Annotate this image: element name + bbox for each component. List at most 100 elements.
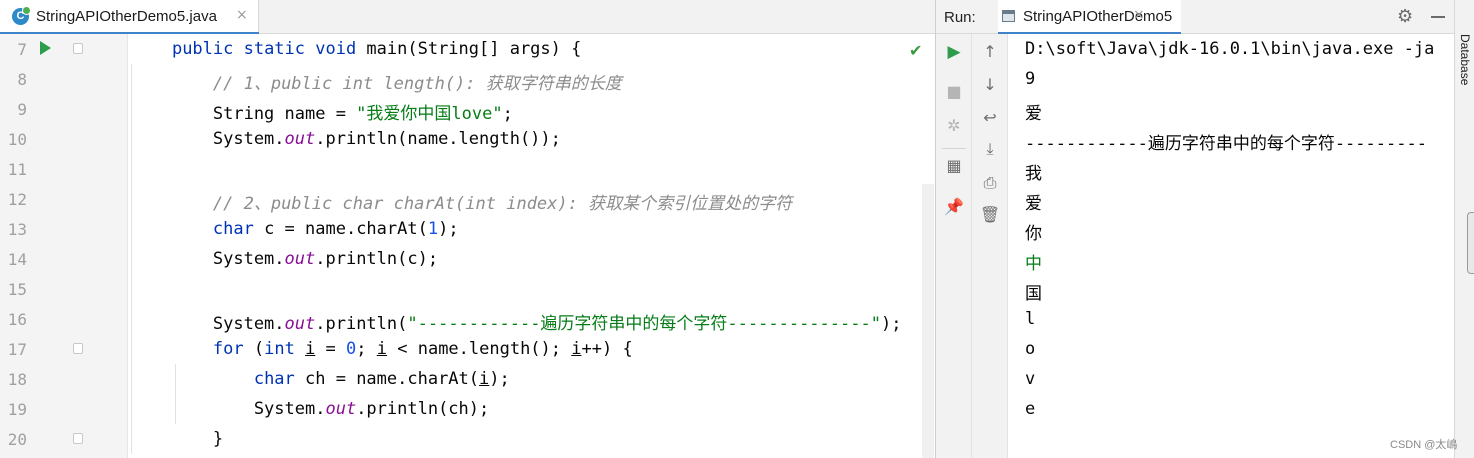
code-token: ++) { bbox=[581, 339, 633, 359]
stop-icon[interactable]: ■ bbox=[936, 82, 972, 101]
code-token: "------------遍历字符串中的每个字符--------------" bbox=[407, 314, 881, 334]
fold-icon[interactable] bbox=[73, 433, 83, 444]
code-text: System.out.println(name.length()); bbox=[131, 129, 561, 149]
code-line[interactable]: 14 System.out.println(c); bbox=[0, 244, 935, 274]
code-token: ch = name.charAt( bbox=[294, 369, 480, 389]
indent-guide bbox=[175, 364, 176, 424]
code-token: < name.length(); bbox=[387, 339, 572, 359]
pin-icon[interactable]: 📌 bbox=[936, 197, 972, 216]
print-icon[interactable]: ⎙ bbox=[972, 173, 1008, 193]
trash-icon[interactable]: 🗑 bbox=[972, 205, 1008, 224]
minimize-icon[interactable] bbox=[1431, 16, 1445, 18]
gear-icon[interactable]: ⚙ bbox=[1397, 6, 1413, 27]
code-token: } bbox=[131, 429, 224, 449]
console-line: 我 bbox=[1025, 164, 1042, 184]
scroll-down-icon[interactable]: ↓ bbox=[972, 75, 1008, 94]
code-token: ); bbox=[489, 369, 510, 389]
code-text: char c = name.charAt(1); bbox=[131, 219, 459, 239]
code-line[interactable]: 16 System.out.println("------------遍历字符串… bbox=[0, 304, 935, 334]
database-tool-button[interactable]: Database bbox=[1458, 34, 1472, 85]
console-line: o bbox=[1025, 339, 1036, 359]
console-line: D:\soft\Java\jdk-16.0.1\bin\java.exe -ja bbox=[1025, 39, 1435, 59]
soft-wrap-icon[interactable]: ↩ bbox=[972, 108, 1008, 127]
code-token: i bbox=[571, 339, 582, 359]
indent-guide bbox=[131, 64, 132, 454]
editor-scrollbar[interactable] bbox=[922, 184, 934, 458]
scroll-up-icon[interactable]: ↑ bbox=[972, 42, 1008, 61]
code-token: ( bbox=[243, 339, 265, 359]
code-line[interactable]: 13 char c = name.charAt(1); bbox=[0, 214, 935, 244]
line-number: 10 bbox=[7, 130, 27, 149]
fold-icon[interactable] bbox=[73, 343, 83, 354]
close-icon[interactable]: × bbox=[1133, 7, 1145, 23]
code-line[interactable]: 20 } bbox=[0, 424, 935, 454]
code-text: public static void main(String[] args) { bbox=[131, 39, 581, 59]
line-number: 12 bbox=[7, 190, 27, 209]
code-token: i bbox=[376, 339, 388, 359]
code-text: char ch = name.charAt(i); bbox=[131, 369, 510, 389]
line-number: 14 bbox=[7, 250, 27, 269]
code-token: "我爱你中国love" bbox=[356, 104, 503, 124]
code-line[interactable]: 7 public static void main(String[] args)… bbox=[0, 34, 935, 64]
code-token: ); bbox=[880, 314, 902, 334]
toolbar-separator bbox=[942, 148, 966, 149]
line-number: 20 bbox=[7, 430, 27, 449]
line-number: 7 bbox=[17, 40, 27, 59]
run-toolbar-primary: ▶ ■ ✲ ▦ 📌 bbox=[936, 34, 972, 458]
code-token: char bbox=[253, 369, 295, 389]
scroll-to-end-icon[interactable]: ⤓ bbox=[972, 139, 1008, 159]
layout-icon[interactable]: ▦ bbox=[936, 156, 972, 175]
side-panel-handle[interactable] bbox=[1467, 212, 1474, 274]
line-number: 11 bbox=[7, 160, 27, 179]
code-line[interactable]: 15 bbox=[0, 274, 935, 304]
debug-icon[interactable]: ✲ bbox=[936, 116, 972, 135]
run-tool-window-header: Run: StringAPIOtherDemo5 × bbox=[936, 0, 1454, 35]
code-line[interactable]: 10 System.out.println(name.length()); bbox=[0, 124, 935, 154]
code-line[interactable]: 17 for (int i = 0; i < name.length(); i+… bbox=[0, 334, 935, 364]
editor-tab-label: StringAPIOtherDemo5.java bbox=[36, 8, 217, 25]
run-config-tab[interactable]: StringAPIOtherDemo5 bbox=[998, 0, 1181, 35]
code-token: .println(name.length()); bbox=[315, 129, 561, 149]
code-token: out bbox=[325, 399, 357, 419]
code-line[interactable]: 8 // 1、public int length(): 获取字符串的长度 bbox=[0, 64, 935, 94]
java-class-icon: C bbox=[12, 6, 31, 25]
code-token: out bbox=[284, 314, 316, 334]
run-tab-label: StringAPIOtherDemo5 bbox=[1023, 8, 1173, 25]
line-number: 18 bbox=[7, 370, 27, 389]
code-token: out bbox=[284, 129, 316, 149]
code-token: .println( bbox=[315, 314, 408, 334]
code-token: int bbox=[264, 339, 295, 359]
fold-icon[interactable] bbox=[73, 43, 83, 54]
line-number: 17 bbox=[7, 340, 27, 359]
code-token: .println(ch); bbox=[356, 399, 490, 419]
console-line: v bbox=[1025, 369, 1036, 389]
code-line[interactable]: 9 String name = "我爱你中国love"; bbox=[0, 94, 935, 124]
run-gutter-icon[interactable] bbox=[40, 41, 51, 55]
code-text: System.out.println(ch); bbox=[131, 399, 489, 419]
code-line[interactable]: 12 // 2、public char charAt(int index): 获… bbox=[0, 184, 935, 214]
code-token: i bbox=[305, 339, 316, 359]
code-token: char bbox=[212, 219, 254, 239]
console-output[interactable]: D:\soft\Java\jdk-16.0.1\bin\java.exe -ja… bbox=[1008, 34, 1454, 458]
code-text: String name = "我爱你中国love"; bbox=[131, 99, 513, 124]
code-token: for bbox=[212, 339, 244, 359]
code-token: System. bbox=[131, 129, 285, 149]
editor-tab-file[interactable]: C StringAPIOtherDemo5.java × bbox=[0, 0, 259, 35]
code-text: System.out.println("------------遍历字符串中的每… bbox=[131, 309, 902, 334]
close-icon[interactable]: × bbox=[236, 7, 248, 23]
console-line: 9 bbox=[1025, 69, 1036, 89]
code-line[interactable]: 11 bbox=[0, 154, 935, 184]
code-line[interactable]: 19 System.out.println(ch); bbox=[0, 394, 935, 424]
code-editor[interactable]: 7 public static void main(String[] args)… bbox=[0, 34, 935, 458]
code-line[interactable]: 18 char ch = name.charAt(i); bbox=[0, 364, 935, 394]
rerun-icon[interactable]: ▶ bbox=[936, 42, 972, 62]
checkmark-icon: ✔ bbox=[909, 41, 923, 60]
line-number: 15 bbox=[7, 280, 27, 299]
console-line: 你 bbox=[1025, 224, 1042, 244]
code-token: ); bbox=[438, 219, 459, 239]
code-token: public static void bbox=[171, 39, 357, 59]
code-token: ; bbox=[502, 104, 513, 124]
code-token: // 2、public char charAt(int index): 获取某个… bbox=[212, 194, 793, 214]
